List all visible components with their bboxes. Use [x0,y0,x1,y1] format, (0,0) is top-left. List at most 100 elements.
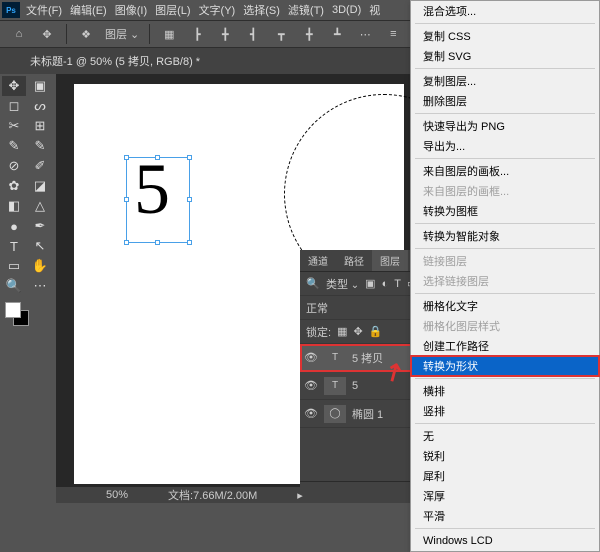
healing-tool-icon[interactable]: ⊘ [2,156,26,176]
path-tool-icon[interactable]: ↖ [28,236,52,256]
gradient-tool-icon[interactable]: ◧ [2,196,26,216]
context-menu-item[interactable]: 横排 [411,381,599,401]
context-menu-item[interactable]: 栅格化文字 [411,296,599,316]
marquee-tool-icon[interactable]: ◻ [2,96,26,116]
move-tool-icon[interactable]: ✥ [38,25,56,43]
context-menu-item[interactable]: 复制图层... [411,71,599,91]
edit-toolbar-icon[interactable]: ⋯ [28,276,52,296]
status-chevron-icon[interactable]: ▸ [297,489,303,502]
rectangle-tool-icon[interactable]: ▭ [2,256,26,276]
doc-size: 文档:7.66M/2.00M [168,487,257,503]
context-menu-item[interactable]: 犀利 [411,466,599,486]
layer-filter-dropdown[interactable]: 类型 ⌄ [326,276,359,292]
artboard-tool-icon[interactable]: ▣ [28,76,52,96]
align-bottom-icon[interactable]: ┻ [328,25,346,43]
layer-thumb-type-icon: T [324,377,346,395]
dodge-tool-icon[interactable]: ● [2,216,26,236]
layer-name[interactable]: 椭圆 1 [352,406,383,422]
context-menu-item[interactable]: 混合选项... [411,1,599,21]
toolbox-col2: ▣ ᔕ ⊞ ✎ ✐ ◪ △ ✒ ↖ ✋ ⋯ [28,74,56,487]
menu-edit[interactable]: 编辑(E) [70,2,107,18]
home-icon[interactable]: ⌂ [10,25,28,43]
menu-image[interactable]: 图像(I) [115,2,147,18]
menu-filter[interactable]: 滤镜(T) [288,2,324,18]
visibility-icon[interactable]: 👁 [304,379,318,392]
align-top-icon[interactable]: ┳ [272,25,290,43]
menu-3d[interactable]: 3D(D) [332,4,361,16]
tab-paths[interactable]: 路径 [336,250,372,271]
context-menu-item[interactable]: 来自图层的画板... [411,161,599,181]
eraser-tool-icon[interactable]: ◪ [28,176,52,196]
hand-tool-icon[interactable]: ✋ [28,256,52,276]
context-menu-item[interactable]: 无 [411,426,599,446]
options-layer-dropdown[interactable]: 图层 ⌄ [105,26,139,42]
context-menu-item[interactable]: 删除图层 [411,91,599,111]
type-tool-icon[interactable]: T [2,236,26,256]
visibility-icon[interactable]: 👁 [304,351,318,364]
context-menu-item[interactable]: 导出为... [411,136,599,156]
filter-type-icon[interactable]: T [394,278,401,290]
more-icon[interactable]: ⋯ [356,25,374,43]
context-menu-item[interactable]: 竖排 [411,401,599,421]
tab-layers[interactable]: 图层 [372,250,408,271]
menu-select[interactable]: 选择(S) [243,2,280,18]
filter-adjust-icon[interactable]: ◐ [382,278,389,290]
layer-thumb-shape-icon: ◯ [324,405,346,423]
lock-position-icon[interactable]: ✥ [353,325,362,338]
frame-tool-icon[interactable]: ⊞ [28,116,52,136]
context-menu-item[interactable]: 浑厚 [411,486,599,506]
dist-icon[interactable]: ≡ [384,25,402,43]
menu-view[interactable]: 视 [369,2,380,18]
brush2-tool-icon[interactable]: ✐ [28,156,52,176]
context-menu-item[interactable]: 锐利 [411,446,599,466]
brush-tool-icon[interactable]: ✎ [28,136,52,156]
lock-all-icon[interactable]: 🔒 [369,325,383,338]
filter-pixel-icon[interactable]: ▣ [365,277,375,290]
context-menu-item[interactable]: 转换为形状 [411,356,599,376]
context-menu-item[interactable]: 转换为图框 [411,201,599,221]
grid-icon[interactable]: ▦ [160,25,178,43]
document-tab[interactable]: 未标题-1 @ 50% (5 拷贝, RGB/8) * [30,53,200,69]
context-menu-item[interactable]: 复制 SVG [411,46,599,66]
clone-tool-icon[interactable]: ✿ [2,176,26,196]
layer-name[interactable]: 5 [352,380,358,392]
visibility-icon[interactable]: 👁 [304,407,318,420]
layer-context-menu: 混合选项... 复制 CSS复制 SVG 复制图层...删除图层快速导出为 PNG导… [410,0,600,552]
blend-mode-dropdown[interactable]: 正常 [306,300,328,316]
tab-channels[interactable]: 通道 [300,250,336,271]
zoom-tool-icon[interactable]: 🔍 [2,276,26,296]
context-menu-item[interactable]: Windows LCD [411,531,599,551]
color-swatch[interactable] [5,302,29,326]
context-menu-item: 栅格化图层样式 [411,316,599,336]
context-menu-item[interactable]: 平滑 [411,506,599,526]
lasso-tool-icon[interactable]: ᔕ [28,96,52,116]
lock-label: 锁定: [306,324,331,340]
pen-tool-icon[interactable]: ✒ [28,216,52,236]
context-menu-item: 来自图层的画框... [411,181,599,201]
text-layer-content: 5 [134,153,170,225]
menu-type[interactable]: 文字(Y) [199,2,236,18]
menu-file[interactable]: 文件(F) [26,2,62,18]
move-tool-icon[interactable]: ✥ [2,76,26,96]
align-left-icon[interactable]: ┣ [188,25,206,43]
lock-pixels-icon[interactable]: ▦ [337,325,347,338]
zoom-level[interactable]: 50% [106,489,128,501]
context-menu-item[interactable]: 转换为智能对象 [411,226,599,246]
context-menu-item[interactable]: 复制 CSS [411,26,599,46]
align-right-icon[interactable]: ┫ [244,25,262,43]
layers-icon[interactable]: ❖ [77,25,95,43]
search-icon[interactable]: 🔍 [306,277,320,290]
app-logo-icon: Ps [2,2,20,18]
align-hcenter-icon[interactable]: ╋ [216,25,234,43]
context-menu-item[interactable]: 创建工作路径 [411,336,599,356]
blur-tool-icon[interactable]: △ [28,196,52,216]
context-menu-item: 选择链接图层 [411,271,599,291]
eyedropper-tool-icon[interactable]: ✎ [2,136,26,156]
context-menu-item[interactable]: 快速导出为 PNG [411,116,599,136]
layer-name[interactable]: 5 拷贝 [352,350,383,366]
fg-color-icon[interactable] [5,302,21,318]
menu-layer[interactable]: 图层(L) [155,2,190,18]
text-layer-5[interactable]: 5 [128,159,188,241]
align-vcenter-icon[interactable]: ╋ [300,25,318,43]
crop-tool-icon[interactable]: ✂ [2,116,26,136]
